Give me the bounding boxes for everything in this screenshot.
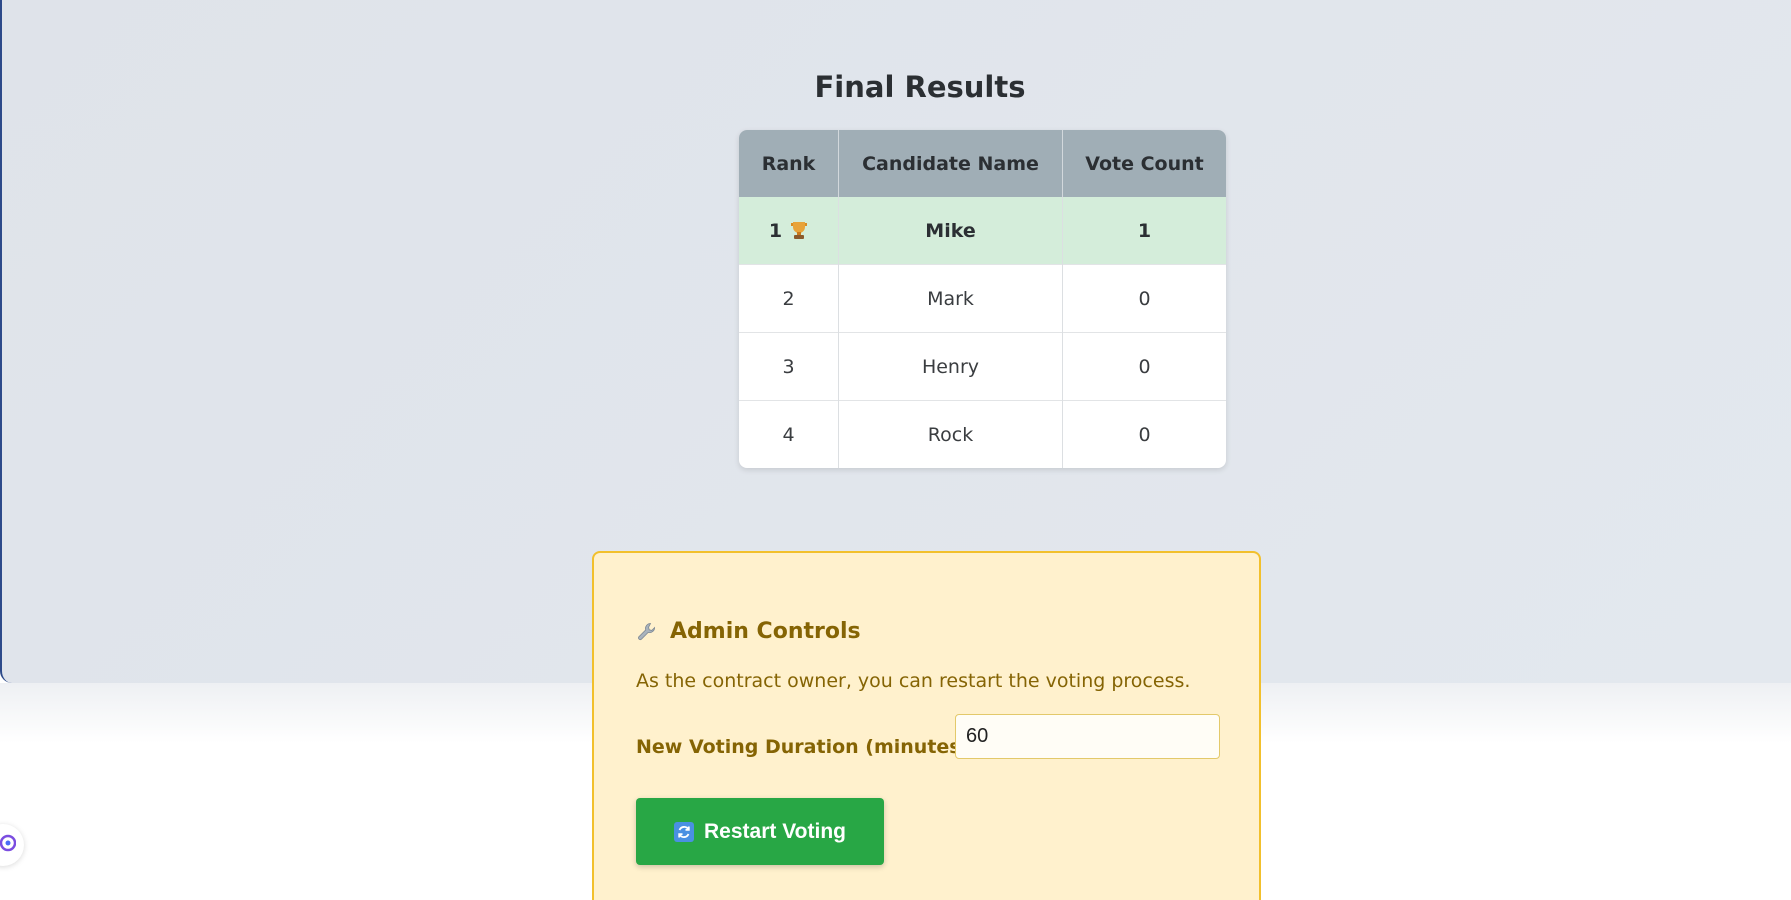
table-header-row: Rank Candidate Name Vote Count [739,130,1226,197]
voting-duration-input[interactable] [955,714,1220,759]
page: Final Results Rank Candidate Name Vote C… [0,0,1791,900]
column-header-vote-count: Vote Count [1062,130,1226,197]
rank-cell: 4 [739,400,839,468]
candidate-name-cell: Rock [838,400,1063,468]
vote-count-cell: 0 [1062,332,1226,401]
trophy-icon [790,220,808,240]
floating-extension-button[interactable] [0,824,24,866]
candidate-name-cell: Mark [838,264,1063,333]
table-row-winner: 1 Mike 1 [739,197,1226,265]
voting-duration-label: New Voting Duration (minutes): [636,736,977,758]
column-header-rank: Rank [739,130,839,197]
table-row: 4 Rock 0 [739,400,1226,468]
restart-voting-label: Restart Voting [704,819,846,843]
admin-controls-panel: Admin Controls As the contract owner, yo… [592,551,1261,900]
rank-value: 1 [768,219,783,242]
admin-controls-title: Admin Controls [636,619,861,644]
candidate-name-cell: Mike [838,197,1063,265]
vote-count-cell: 0 [1062,264,1226,333]
results-table: Rank Candidate Name Vote Count 1 Mike 1 … [739,130,1226,468]
rank-cell: 2 [739,264,839,333]
table-row: 3 Henry 0 [739,332,1226,401]
admin-description: As the contract owner, you can restart t… [636,670,1191,692]
vote-count-cell: 0 [1062,400,1226,468]
admin-controls-title-text: Admin Controls [670,619,861,644]
refresh-icon [674,821,695,842]
candidate-name-cell: Henry [838,332,1063,401]
results-title: Final Results [814,70,1026,104]
vote-count-cell: 1 [1062,197,1226,265]
extension-icon [0,833,17,858]
restart-voting-button[interactable]: Restart Voting [636,798,884,865]
rank-cell: 3 [739,332,839,401]
column-header-candidate-name: Candidate Name [838,130,1063,197]
rank-cell: 1 [739,197,839,265]
wrench-icon [636,621,658,643]
table-row: 2 Mark 0 [739,264,1226,333]
